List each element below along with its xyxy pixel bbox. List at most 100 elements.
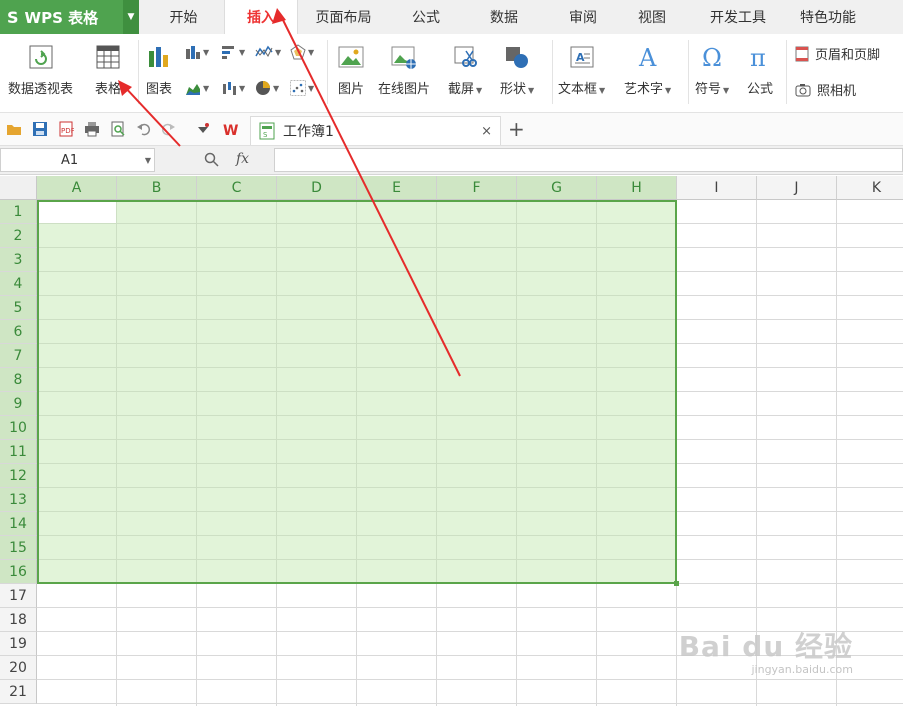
header-footer-icon (795, 46, 809, 61)
save-icon[interactable] (32, 121, 48, 137)
close-tab-icon[interactable]: × (481, 124, 492, 139)
tab-2[interactable]: 页面布局 (296, 0, 391, 34)
row-header[interactable]: 3 (0, 248, 37, 272)
symbol-label: 符号 ▼ (695, 82, 730, 97)
svg-text:W: W (223, 123, 238, 137)
formula-button[interactable]: π 公式 (747, 44, 773, 97)
app-menu-button[interactable]: S WPS 表格 (0, 0, 123, 34)
row-header[interactable]: 8 (0, 368, 37, 392)
pivot-table-button[interactable]: 数据透视表 (8, 44, 73, 97)
scissors-icon (452, 44, 478, 70)
app-dropdown-icon[interactable]: ▼ (123, 0, 139, 34)
column-chart-dropdown[interactable]: ▼ (185, 44, 209, 60)
row-header[interactable]: 7 (0, 344, 37, 368)
row-header[interactable]: 13 (0, 488, 37, 512)
tab-0[interactable]: 开始 (140, 0, 227, 34)
open-folder-icon[interactable] (6, 121, 22, 137)
bar-chart-icon (146, 44, 172, 70)
column-header[interactable]: A (37, 176, 117, 200)
tab-8[interactable]: 特色功能 (790, 0, 866, 34)
export-pdf-icon[interactable]: PDF (58, 121, 74, 137)
tab-4[interactable]: 数据 (460, 0, 548, 34)
online-picture-label: 在线图片 (378, 82, 431, 97)
row-header[interactable]: 2 (0, 224, 37, 248)
wps-logo-icon[interactable]: W (222, 121, 244, 137)
textbox-icon: A (569, 44, 595, 70)
row-header[interactable]: 1 (0, 200, 37, 224)
online-picture-button[interactable]: 在线图片 (378, 44, 430, 97)
tab-5[interactable]: 审阅 (550, 0, 616, 34)
wordart-label: 艺术字 ▼ (624, 82, 672, 97)
row-header[interactable]: 20 (0, 656, 37, 680)
line-chart-dropdown[interactable]: ▼ (255, 44, 281, 60)
shapes-label: 形状 ▼ (500, 82, 535, 97)
wordart-icon: A (635, 44, 661, 70)
row-header[interactable]: 5 (0, 296, 37, 320)
fill-handle[interactable] (674, 581, 679, 586)
stock-chart-dropdown[interactable]: ▼ (221, 80, 245, 96)
formula-bar: A1 ▼ fx (0, 146, 903, 175)
print-preview-icon[interactable] (110, 121, 126, 137)
row-header[interactable]: 16 (0, 560, 37, 584)
textbox-button[interactable]: A 文本框 ▼ (558, 44, 605, 97)
select-all-corner[interactable] (0, 176, 37, 200)
row-header[interactable]: 10 (0, 416, 37, 440)
app-title: WPS 表格 (24, 8, 99, 27)
row-header[interactable]: 6 (0, 320, 37, 344)
column-header[interactable]: B (117, 176, 197, 200)
column-header[interactable]: K (837, 176, 903, 200)
chevron-down-icon[interactable]: ▼ (145, 156, 151, 165)
row-header[interactable]: 17 (0, 584, 37, 608)
tab-6[interactable]: 视图 (617, 0, 687, 34)
name-box[interactable]: A1 ▼ (0, 148, 155, 172)
row-header[interactable]: 15 (0, 536, 37, 560)
print-icon[interactable] (84, 121, 100, 137)
row-header[interactable]: 12 (0, 464, 37, 488)
column-header[interactable]: C (197, 176, 277, 200)
pie-chart-dropdown[interactable]: ▼ (255, 80, 279, 96)
column-header[interactable]: E (357, 176, 437, 200)
insert-ribbon: 数据透视表 表格 图表 ▼ ▼ ▼ ▼ ▼ ▼ ▼ ▼ 图片 在线图片 截屏 ▼… (0, 34, 903, 113)
function-fx-button[interactable]: fx (236, 151, 249, 167)
row-header[interactable]: 11 (0, 440, 37, 464)
area-chart-dropdown[interactable]: ▼ (185, 80, 209, 96)
new-tab-button[interactable]: + (508, 117, 525, 141)
formula-input[interactable] (274, 148, 903, 172)
column-header[interactable]: I (677, 176, 757, 200)
document-tab[interactable]: S 工作簿1 × (250, 116, 501, 145)
row-header[interactable]: 9 (0, 392, 37, 416)
row-header[interactable]: 18 (0, 608, 37, 632)
row-header[interactable]: 21 (0, 680, 37, 704)
scatter-chart-dropdown[interactable]: ▼ (290, 80, 314, 96)
row-header[interactable]: 19 (0, 632, 37, 656)
chart-button[interactable]: 图表 (146, 44, 172, 97)
zoom-search-icon[interactable] (204, 152, 220, 168)
row-header[interactable]: 14 (0, 512, 37, 536)
ribbon-separator (688, 40, 689, 104)
picture-button[interactable]: 图片 (338, 44, 364, 97)
radar-chart-dropdown[interactable]: ▼ (290, 44, 314, 60)
column-header[interactable]: G (517, 176, 597, 200)
table-button[interactable]: 表格 (95, 44, 121, 97)
customize-toolbar-icon[interactable] (195, 121, 211, 137)
tab-1[interactable]: 插入 (224, 0, 298, 34)
column-header[interactable]: F (437, 176, 517, 200)
column-header[interactable]: J (757, 176, 837, 200)
row-header[interactable]: 4 (0, 272, 37, 296)
shapes-button[interactable]: 形状 ▼ (500, 44, 534, 97)
tab-3[interactable]: 公式 (392, 0, 460, 34)
camera-button[interactable]: 照相机 (795, 80, 856, 99)
omega-icon: Ω (699, 44, 725, 70)
column-header[interactable]: H (597, 176, 677, 200)
tab-7[interactable]: 开发工具 (688, 0, 788, 34)
redo-icon[interactable] (160, 121, 176, 137)
bar-chart-dropdown[interactable]: ▼ (221, 44, 245, 60)
undo-icon[interactable] (136, 121, 152, 137)
symbol-button[interactable]: Ω 符号 ▼ (695, 44, 729, 97)
screenshot-button[interactable]: 截屏 ▼ (448, 44, 482, 97)
column-header[interactable]: D (277, 176, 357, 200)
wordart-button[interactable]: A 艺术字 ▼ (624, 44, 671, 97)
active-cell[interactable] (39, 202, 116, 223)
header-footer-button[interactable]: 页眉和页脚 (795, 44, 880, 63)
pie-chart-icon (256, 81, 270, 95)
